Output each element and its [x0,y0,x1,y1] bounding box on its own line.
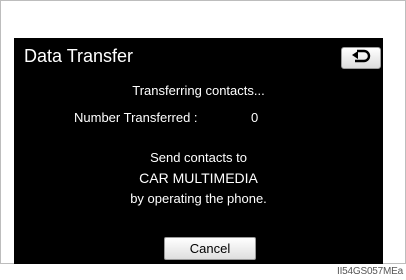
instruction-line-1: Send contacts to [150,150,247,165]
back-button[interactable] [341,47,381,69]
screen-title: Data Transfer [24,46,134,66]
cancel-button[interactable]: Cancel [164,237,256,260]
figure-frame: Data Transfer Transferring contacts... N… [0,0,406,264]
number-transferred-value: 0 [251,110,259,125]
back-arrow-icon [351,49,371,68]
display-screen: Data Transfer Transferring contacts... N… [14,38,383,264]
number-transferred-label: Number Transferred : [74,110,198,125]
instruction-line-2: CAR MULTIMEDIA [139,170,258,186]
figure-caption: II54GS057MEa [337,266,403,277]
instruction-line-3: by operating the phone. [130,191,267,206]
transfer-status-text: Transferring contacts... [132,83,265,98]
